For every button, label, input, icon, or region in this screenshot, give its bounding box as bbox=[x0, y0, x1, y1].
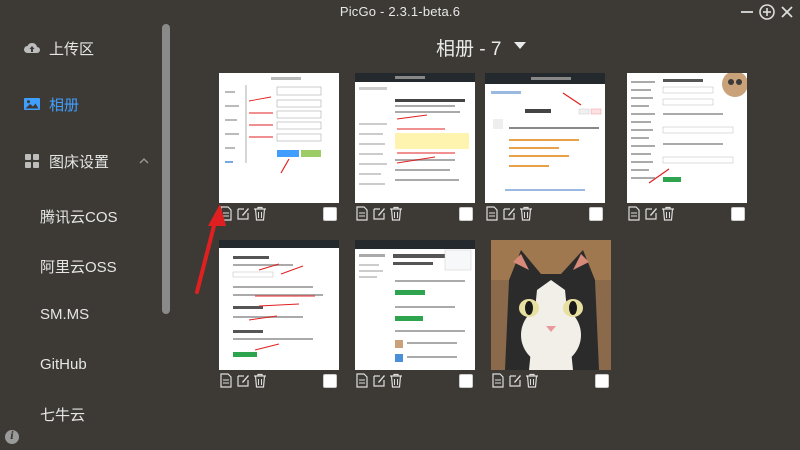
chevron-up-icon[interactable] bbox=[138, 155, 150, 167]
select-checkbox[interactable] bbox=[731, 207, 745, 221]
annotation-arrow bbox=[195, 204, 226, 294]
edit-icon[interactable] bbox=[372, 373, 386, 388]
image-thumbnail[interactable] bbox=[491, 240, 611, 370]
document-icon[interactable] bbox=[355, 206, 369, 221]
edit-icon[interactable] bbox=[236, 206, 250, 221]
trash-icon[interactable] bbox=[389, 373, 403, 388]
image-thumbnail[interactable] bbox=[355, 73, 475, 203]
select-checkbox[interactable] bbox=[459, 207, 473, 221]
image-actions bbox=[355, 373, 475, 389]
sidebar-item-label: 上传区 bbox=[49, 40, 95, 58]
image-thumbnail[interactable] bbox=[219, 240, 339, 370]
sidebar-item-tencent-cos[interactable]: 腾讯云COS bbox=[40, 206, 118, 227]
info-icon[interactable]: i bbox=[5, 430, 19, 444]
trash-icon[interactable] bbox=[525, 373, 539, 388]
edit-icon[interactable] bbox=[644, 206, 658, 221]
document-icon[interactable] bbox=[627, 206, 641, 221]
image-thumbnail[interactable] bbox=[485, 73, 605, 203]
image-thumbnail[interactable] bbox=[219, 73, 339, 203]
sidebar-item-github[interactable]: GitHub bbox=[40, 356, 87, 373]
trash-icon[interactable] bbox=[253, 206, 267, 221]
image-icon bbox=[24, 98, 40, 110]
window-title: PicGo - 2.3.1-beta.6 bbox=[339, 4, 461, 19]
document-icon[interactable] bbox=[485, 206, 499, 221]
cloud-upload-icon bbox=[24, 42, 40, 53]
image-actions bbox=[355, 206, 475, 222]
select-checkbox[interactable] bbox=[323, 374, 337, 388]
page-title[interactable]: 相册 - 7 bbox=[436, 34, 501, 61]
select-checkbox[interactable] bbox=[323, 207, 337, 221]
document-icon[interactable] bbox=[219, 373, 233, 388]
document-icon[interactable] bbox=[355, 373, 369, 388]
document-icon[interactable] bbox=[491, 373, 505, 388]
select-checkbox[interactable] bbox=[459, 374, 473, 388]
sidebar-item-aliyun-oss[interactable]: 阿里云OSS bbox=[40, 256, 117, 277]
edit-icon[interactable] bbox=[508, 373, 522, 388]
image-actions bbox=[219, 373, 339, 389]
image-actions bbox=[219, 206, 339, 222]
trash-icon[interactable] bbox=[519, 206, 533, 221]
select-checkbox[interactable] bbox=[595, 374, 609, 388]
grid-icon bbox=[25, 154, 39, 168]
sidebar-item-label: 相册 bbox=[49, 96, 80, 114]
edit-icon[interactable] bbox=[502, 206, 516, 221]
trash-icon[interactable] bbox=[661, 206, 675, 221]
close-icon[interactable] bbox=[778, 3, 796, 21]
image-thumbnail[interactable] bbox=[627, 73, 747, 203]
sidebar-scrollbar[interactable] bbox=[162, 24, 170, 314]
sidebar-item-gallery[interactable]: 相册 bbox=[0, 84, 160, 124]
edit-icon[interactable] bbox=[372, 206, 386, 221]
title-bar: PicGo - 2.3.1-beta.6 bbox=[0, 0, 800, 24]
select-checkbox[interactable] bbox=[589, 207, 603, 221]
trash-icon[interactable] bbox=[253, 373, 267, 388]
sidebar-item-picbed-settings[interactable]: 图床设置 bbox=[0, 141, 160, 181]
sidebar-item-upload[interactable]: 上传区 bbox=[0, 28, 160, 68]
image-thumbnail[interactable] bbox=[355, 240, 475, 370]
edit-icon[interactable] bbox=[236, 373, 250, 388]
caret-down-icon[interactable] bbox=[514, 42, 526, 50]
sidebar: 上传区 相册 图床设置 腾讯云COS 阿里云OSS SM.MS GitHub 七… bbox=[0, 24, 170, 450]
image-actions bbox=[627, 206, 747, 222]
sidebar-item-qiniu[interactable]: 七牛云 bbox=[40, 404, 85, 425]
image-actions bbox=[491, 373, 611, 389]
maximize-icon[interactable] bbox=[758, 3, 776, 21]
sidebar-item-label: 图床设置 bbox=[49, 153, 110, 171]
image-actions bbox=[485, 206, 605, 222]
minimize-icon[interactable] bbox=[738, 3, 756, 21]
trash-icon[interactable] bbox=[389, 206, 403, 221]
sidebar-item-smms[interactable]: SM.MS bbox=[40, 306, 89, 323]
